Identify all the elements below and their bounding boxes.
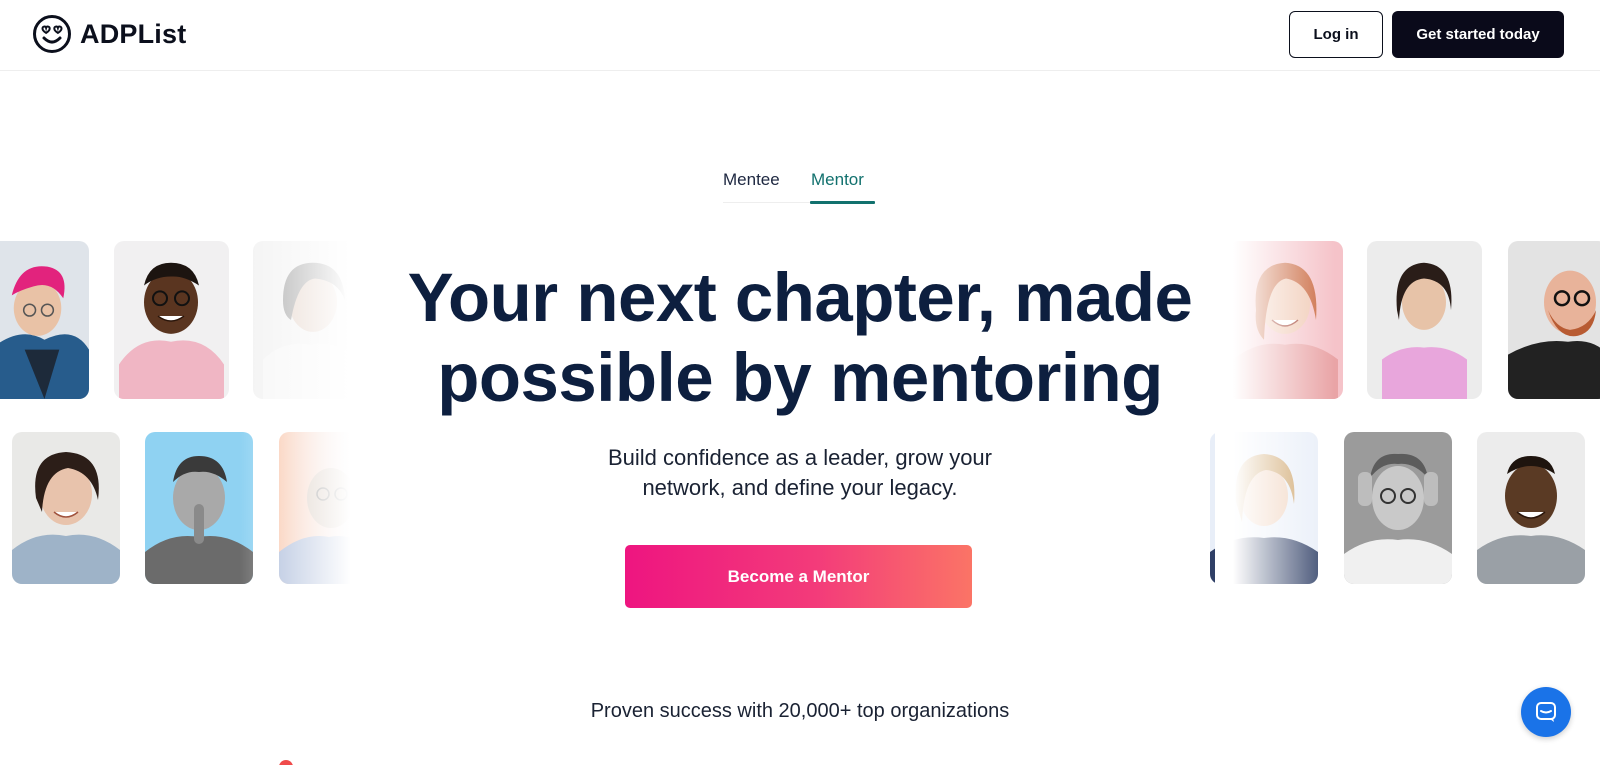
mentor-portrait (1210, 432, 1318, 584)
mentor-portrait (1477, 432, 1585, 584)
mentor-portrait (12, 432, 120, 584)
mentor-portrait (0, 241, 89, 399)
smiley-heart-eyes-icon (33, 15, 71, 53)
hero-subtitle: Build confidence as a leader, grow your … (560, 443, 1040, 503)
mentor-portrait (1508, 241, 1600, 399)
hero-subtitle-line-1: Build confidence as a leader, grow your (607, 445, 992, 470)
chat-launcher-button[interactable] (1521, 687, 1571, 737)
mentor-portrait (145, 432, 253, 584)
hero-subtitle-line-2: network, and define your legacy. (642, 475, 958, 500)
hero-title: Your next chapter, made possible by ment… (350, 258, 1250, 418)
role-tabs: Mentee Mentor (723, 165, 875, 204)
hero-title-line-2: possible by mentoring (437, 339, 1163, 416)
become-mentor-button[interactable]: Become a Mentor (625, 545, 972, 608)
partial-logo-icon (279, 760, 293, 765)
login-button[interactable]: Log in (1289, 11, 1383, 58)
active-tab-indicator (810, 201, 875, 204)
tab-mentor[interactable]: Mentor (811, 170, 864, 190)
hero-title-line-1: Your next chapter, made (407, 259, 1193, 336)
tab-mentee[interactable]: Mentee (723, 170, 780, 190)
get-started-button[interactable]: Get started today (1392, 11, 1564, 58)
mentor-portrait (279, 432, 369, 584)
mentor-portrait (1344, 432, 1452, 584)
chat-bubble-icon (1536, 702, 1556, 722)
brand-logo[interactable]: ADPList (32, 14, 186, 54)
brand-name: ADPList (80, 18, 187, 49)
mentor-portrait (1367, 241, 1482, 399)
social-proof-text: Proven success with 20,000+ top organiza… (590, 700, 1010, 722)
top-nav: ADPList Log in Get started today (0, 0, 1600, 71)
mentor-portrait (114, 241, 229, 399)
